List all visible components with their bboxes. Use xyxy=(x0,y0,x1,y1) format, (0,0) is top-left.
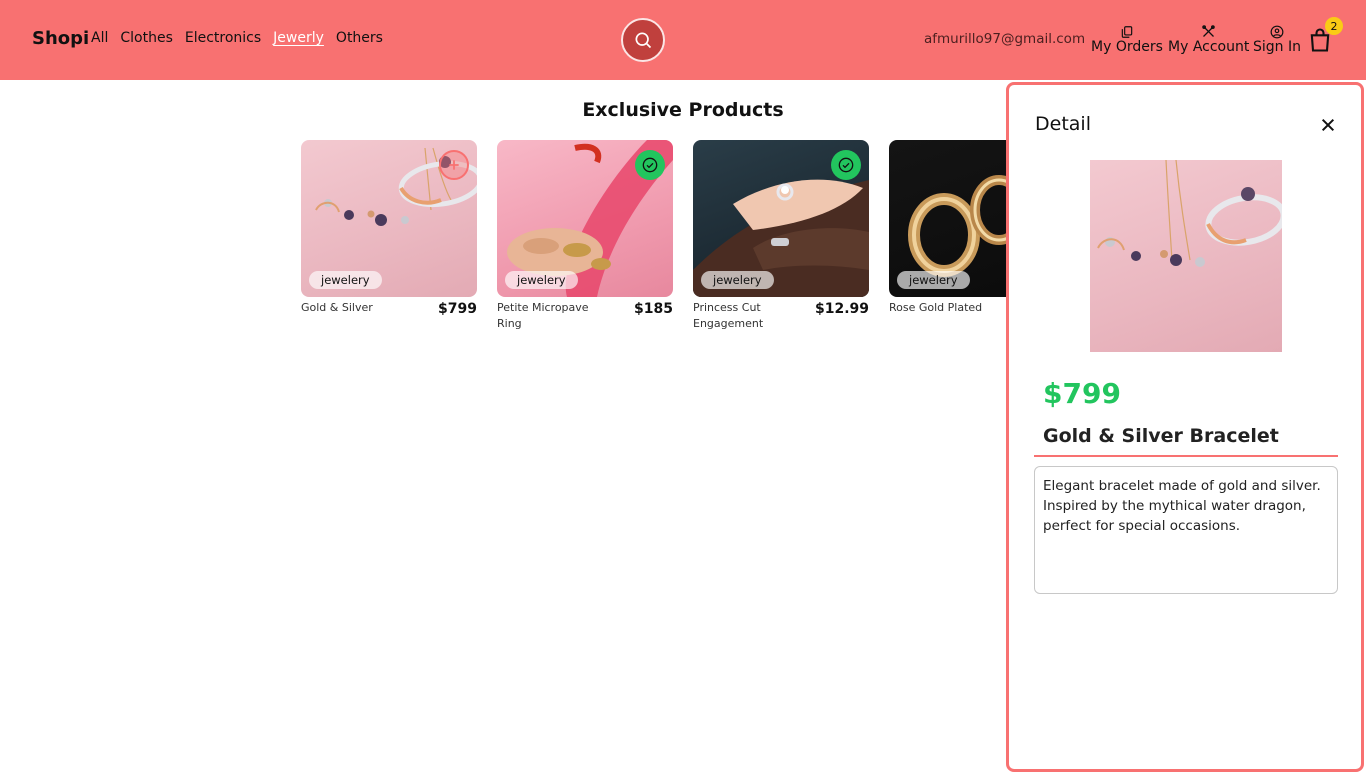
category-badge: jewelery xyxy=(505,271,578,289)
tools-icon xyxy=(1201,22,1216,39)
product-name: Gold & Silver xyxy=(301,301,373,314)
my-orders-link[interactable]: My Orders xyxy=(1091,22,1163,55)
navbar: Shopi All Clothes Electronics Jewerly Ot… xyxy=(0,0,1366,80)
product-name: Petite Micropave Ring xyxy=(497,301,589,330)
bracelet-photo xyxy=(1097,160,1282,267)
product-card[interactable]: jewelery Gold & Silver $799 xyxy=(301,140,477,332)
added-check-button[interactable] xyxy=(831,150,861,180)
plus-icon xyxy=(449,160,459,170)
sign-in-link[interactable]: Sign In xyxy=(1253,22,1301,55)
check-circle-icon xyxy=(642,157,658,173)
detail-price: $799 xyxy=(1043,377,1121,410)
brand-logo[interactable]: Shopi xyxy=(32,28,89,49)
product-name: Rose Gold Plated xyxy=(889,301,983,314)
close-detail-button[interactable] xyxy=(1316,113,1340,137)
cart-button[interactable]: 2 xyxy=(1306,17,1343,54)
product-info: Princess Cut Engagement $12.99 xyxy=(693,300,869,332)
category-badge: jewelery xyxy=(897,271,970,289)
product-card[interactable]: jewelery Petite Micropave Ring $185 xyxy=(497,140,673,332)
nav-link-electronics[interactable]: Electronics xyxy=(185,30,261,46)
cart-count-badge: 2 xyxy=(1325,17,1343,35)
nav-link-others[interactable]: Others xyxy=(336,30,383,46)
product-info: Gold & Silver $799 xyxy=(301,300,477,317)
check-circle-icon xyxy=(838,157,854,173)
add-to-cart-button[interactable] xyxy=(439,150,469,180)
sign-in-label: Sign In xyxy=(1253,39,1301,55)
product-price: $12.99 xyxy=(814,301,869,317)
close-icon xyxy=(1321,118,1335,132)
user-circle-icon xyxy=(1270,22,1284,39)
product-grid: jewelery Gold & Silver $799 jewelery Pet… xyxy=(301,140,1065,332)
nav-link-all[interactable]: All xyxy=(91,30,108,46)
category-nav: All Clothes Electronics Jewerly Others xyxy=(91,30,383,46)
product-price: $799 xyxy=(438,301,477,317)
detail-title: Detail xyxy=(1035,113,1091,135)
product-image[interactable]: jewelery xyxy=(693,140,869,297)
product-image[interactable]: jewelery xyxy=(497,140,673,297)
user-email: afmurillo97@gmail.com xyxy=(924,31,1086,47)
detail-product-image xyxy=(1090,160,1282,352)
my-account-label: My Account xyxy=(1168,39,1250,55)
product-card[interactable]: jewelery Princess Cut Engagement $12.99 xyxy=(693,140,869,332)
product-detail-panel: Detail $799 Gold & Silver Bracelet Elega… xyxy=(1006,82,1364,772)
detail-product-name: Gold & Silver Bracelet xyxy=(1043,425,1279,447)
divider xyxy=(1034,455,1338,457)
search-button[interactable] xyxy=(621,18,665,62)
nav-link-jewerly[interactable]: Jewerly xyxy=(273,30,324,46)
category-badge: jewelery xyxy=(701,271,774,289)
product-info: Petite Micropave Ring $185 xyxy=(497,300,673,332)
added-check-button[interactable] xyxy=(635,150,665,180)
orders-icon xyxy=(1120,22,1134,39)
product-image[interactable]: jewelery xyxy=(301,140,477,297)
my-orders-label: My Orders xyxy=(1091,39,1163,55)
nav-link-clothes[interactable]: Clothes xyxy=(120,30,173,46)
category-badge: jewelery xyxy=(309,271,382,289)
detail-description: Elegant bracelet made of gold and silver… xyxy=(1034,466,1338,594)
my-account-link[interactable]: My Account xyxy=(1168,22,1249,55)
search-icon xyxy=(635,32,652,49)
product-name: Princess Cut Engagement xyxy=(693,301,764,330)
product-price: $185 xyxy=(634,301,673,317)
